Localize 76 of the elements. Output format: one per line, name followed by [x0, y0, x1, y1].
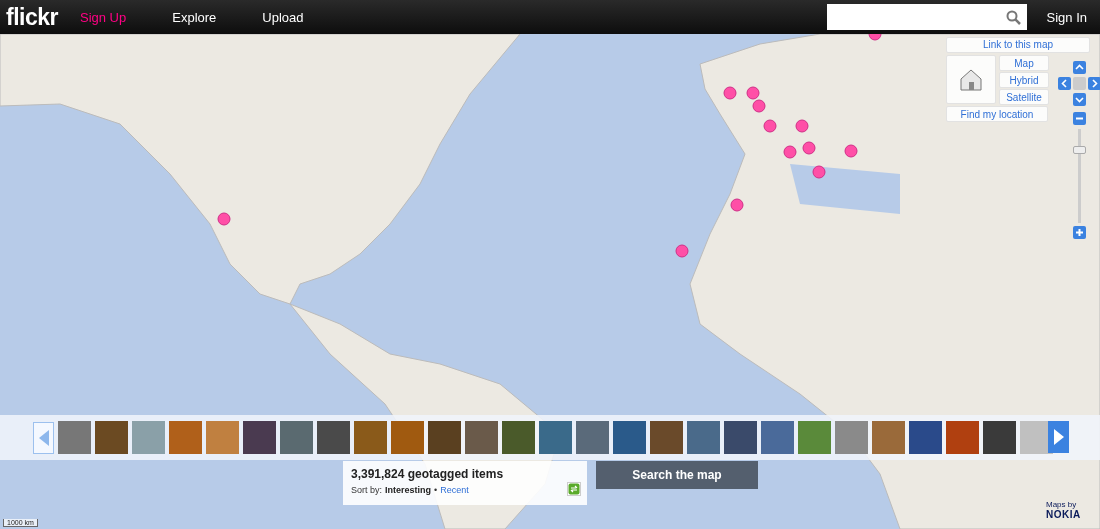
map-type-button[interactable]: Map — [999, 55, 1049, 71]
flickr-logo[interactable]: flickr — [6, 3, 58, 31]
map-pin[interactable] — [723, 86, 737, 100]
link-to-map-button[interactable]: Link to this map — [946, 37, 1090, 53]
photo-thumbnail[interactable] — [576, 421, 609, 454]
previous-photos-button[interactable] — [33, 421, 54, 454]
photo-thumbnail[interactable] — [909, 421, 942, 454]
photo-thumbnail[interactable] — [95, 421, 128, 454]
photo-thumbnail[interactable] — [206, 421, 239, 454]
home-view-button[interactable] — [946, 55, 996, 104]
nokia-logo: NOKIA — [1046, 509, 1081, 520]
map-pin[interactable] — [763, 119, 777, 133]
pan-up-button[interactable] — [1073, 61, 1086, 74]
photo-thumbnail[interactable] — [650, 421, 683, 454]
photo-thumbnail[interactable] — [724, 421, 757, 454]
next-photos-button[interactable] — [1048, 421, 1069, 453]
pan-left-button[interactable] — [1058, 77, 1071, 90]
photo-thumbnail[interactable] — [169, 421, 202, 454]
pan-center-icon — [1073, 77, 1086, 90]
search-icon[interactable] — [1005, 9, 1021, 25]
refresh-button[interactable] — [567, 482, 581, 496]
map-pin[interactable] — [730, 198, 744, 212]
photo-thumbnail[interactable] — [539, 421, 572, 454]
triangle-icon — [1052, 428, 1065, 446]
refresh-icon — [568, 483, 580, 495]
map-pin[interactable] — [752, 99, 766, 113]
map-pin[interactable] — [868, 34, 882, 41]
map-pin[interactable] — [812, 165, 826, 179]
photo-thumbnail[interactable] — [798, 421, 831, 454]
triangle-icon — [37, 428, 50, 447]
photo-thumbnail[interactable] — [613, 421, 646, 454]
photo-thumbnail[interactable] — [317, 421, 350, 454]
pan-down-button[interactable] — [1073, 93, 1086, 106]
photo-thumbnail[interactable] — [761, 421, 794, 454]
map-pin[interactable] — [746, 86, 760, 100]
photo-thumbnail[interactable] — [354, 421, 387, 454]
separator-dot: • — [434, 485, 438, 495]
sort-option[interactable]: Interesting — [385, 485, 432, 495]
search-field[interactable] — [826, 4, 1027, 30]
photo-thumbnail[interactable] — [58, 421, 91, 454]
photo-thumbnail[interactable] — [687, 421, 720, 454]
plus-icon — [1073, 226, 1086, 239]
search-map-button[interactable]: Search the map — [596, 461, 758, 489]
geotagged-count: 3,391,824 geotagged items — [351, 467, 505, 481]
sign-up-link[interactable]: Sign Up — [80, 9, 127, 25]
zoom-out-button[interactable] — [1073, 112, 1086, 125]
nav-link[interactable]: Upload — [262, 9, 304, 25]
map-pin[interactable] — [217, 212, 231, 226]
zoom-in-button[interactable] — [1073, 226, 1086, 239]
map-pin[interactable] — [802, 141, 816, 155]
find-my-location-button[interactable]: Find my location — [946, 106, 1048, 122]
pan-right-button[interactable] — [1088, 77, 1100, 90]
nav-link[interactable]: Explore — [172, 9, 217, 25]
photo-thumbnail[interactable] — [243, 421, 276, 454]
map-pin[interactable] — [783, 145, 797, 159]
photo-thumbnail[interactable] — [428, 421, 461, 454]
map-type-button[interactable]: Satellite — [999, 89, 1049, 105]
photo-thumbnail[interactable] — [502, 421, 535, 454]
photo-thumbnail[interactable] — [983, 421, 1016, 454]
map-type-button[interactable]: Hybrid — [999, 72, 1049, 88]
photo-thumbnail[interactable] — [872, 421, 905, 454]
map-pin[interactable] — [795, 119, 809, 133]
sort-label: Sort by: — [351, 485, 382, 495]
zoom-slider-handle[interactable] — [1073, 146, 1086, 155]
photo-thumbnail[interactable] — [132, 421, 165, 454]
map-pin[interactable] — [844, 144, 858, 158]
house-icon — [959, 68, 983, 91]
attribution-text: Maps by — [1046, 500, 1078, 509]
photo-thumbnail[interactable] — [391, 421, 424, 454]
photo-thumbnail[interactable] — [946, 421, 979, 454]
map-pin[interactable] — [675, 244, 689, 258]
photo-thumbnail[interactable] — [280, 421, 313, 454]
photo-thumbnail[interactable] — [835, 421, 868, 454]
photo-thumbnail[interactable] — [465, 421, 498, 454]
sort-option[interactable]: Recent — [440, 485, 469, 495]
sign-in-link[interactable]: Sign In — [1046, 9, 1087, 25]
